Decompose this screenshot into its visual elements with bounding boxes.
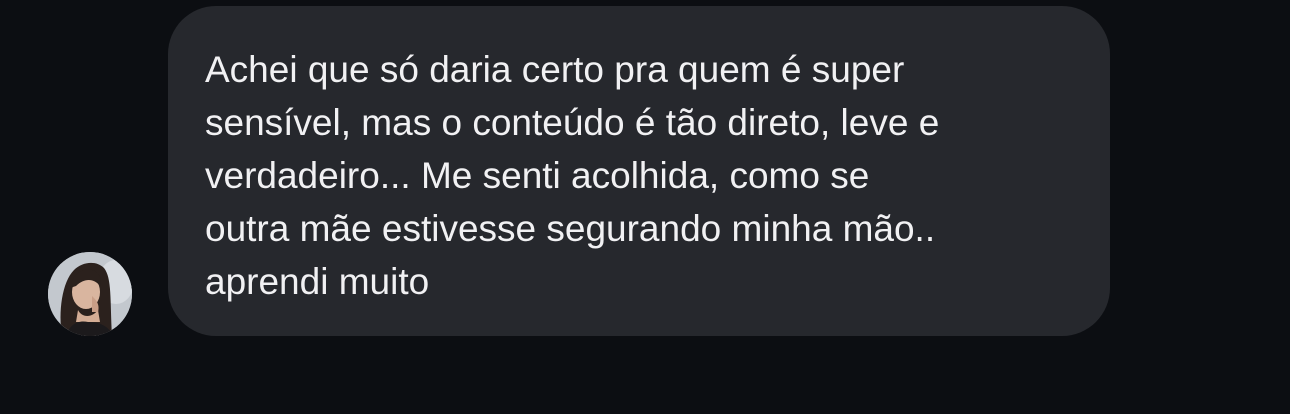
message-text: Achei que só daria certo pra quem é supe… (205, 49, 940, 302)
sender-avatar[interactable] (48, 252, 132, 336)
profile-photo-icon (48, 252, 132, 336)
chat-screen: Achei que só daria certo pra quem é supe… (0, 0, 1290, 414)
message-bubble[interactable]: Achei que só daria certo pra quem é supe… (168, 6, 1110, 336)
